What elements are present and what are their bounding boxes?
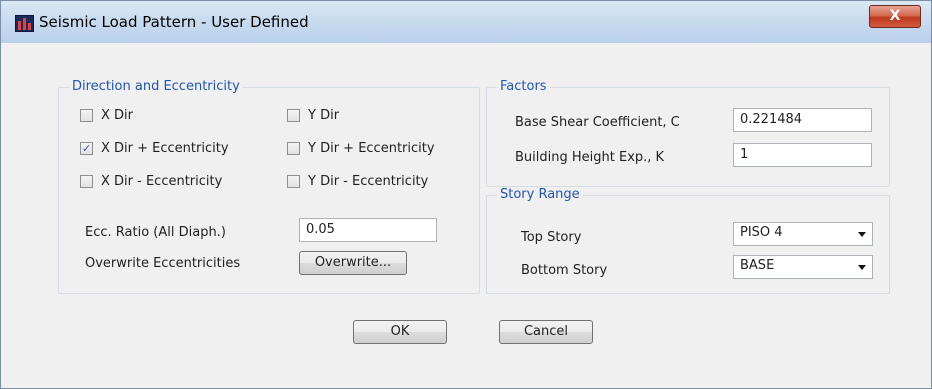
checkbox-box[interactable]	[287, 141, 300, 155]
direction-group-label: Direction and Eccentricity	[69, 79, 243, 94]
factors-group: Factors Base Shear Coefficient, C 0.2214…	[486, 79, 890, 187]
direction-eccentricity-group: Direction and Eccentricity X Dir ✓ X Dir…	[58, 79, 480, 294]
checkbox-box[interactable]	[80, 174, 93, 188]
checkbox-label: Y Dir + Eccentricity	[308, 140, 435, 156]
checkbox-label: Y Dir - Eccentricity	[308, 173, 429, 189]
title-bar[interactable]: Seismic Load Pattern - User Defined X	[1, 1, 931, 43]
dropdown-arrow-icon[interactable]	[858, 232, 866, 237]
dropdown-arrow-icon[interactable]	[858, 265, 866, 270]
checkbox-box[interactable]	[80, 108, 93, 122]
checkbox-label: X Dir - Eccentricity	[101, 173, 223, 189]
dialog-window: Seismic Load Pattern - User Defined X Di…	[0, 0, 932, 389]
base-shear-label: Base Shear Coefficient, C	[515, 115, 680, 130]
checkbox-box[interactable]	[287, 108, 300, 122]
height-exp-label: Building Height Exp., K	[515, 150, 665, 165]
factors-group-label: Factors	[497, 79, 550, 94]
ok-button[interactable]: OK	[353, 320, 447, 344]
top-story-value: PISO 4	[740, 225, 783, 240]
cancel-button[interactable]: Cancel	[499, 320, 593, 344]
story-range-group: Story Range Top Story PISO 4 Bottom Stor…	[486, 187, 890, 294]
dialog-body: Direction and Eccentricity X Dir ✓ X Dir…	[11, 43, 919, 376]
ecc-ratio-label: Ecc. Ratio (All Diaph.)	[85, 225, 226, 240]
top-story-select[interactable]: PISO 4	[733, 222, 873, 246]
checkbox-box[interactable]	[287, 174, 300, 188]
bottom-story-value: BASE	[740, 258, 775, 273]
checkbox-y-dir[interactable]: Y Dir	[287, 106, 339, 124]
checkbox-label: X Dir + Eccentricity	[101, 140, 229, 156]
close-button[interactable]: X	[869, 5, 921, 28]
window-title: Seismic Load Pattern - User Defined	[39, 13, 309, 31]
story-range-group-label: Story Range	[497, 187, 583, 202]
checkbox-x-dir-minus-ecc[interactable]: X Dir - Eccentricity	[80, 172, 222, 190]
overwrite-eccentricities-label: Overwrite Eccentricities	[85, 256, 241, 271]
bottom-story-select[interactable]: BASE	[733, 255, 873, 279]
checkbox-y-dir-minus-ecc[interactable]: Y Dir - Eccentricity	[287, 172, 428, 190]
checkbox-label: X Dir	[101, 107, 134, 123]
ecc-ratio-input[interactable]: 0.05	[299, 218, 437, 242]
top-story-label: Top Story	[521, 230, 582, 245]
overwrite-button[interactable]: Overwrite...	[299, 251, 407, 275]
checkbox-y-dir-plus-ecc[interactable]: Y Dir + Eccentricity	[287, 139, 435, 157]
height-exp-input[interactable]: 1	[733, 143, 872, 167]
app-icon	[15, 15, 34, 32]
checkbox-x-dir[interactable]: X Dir	[80, 106, 133, 124]
checkbox-label: Y Dir	[308, 107, 340, 123]
checkbox-box-checked[interactable]: ✓	[80, 141, 93, 155]
base-shear-input[interactable]: 0.221484	[733, 108, 872, 132]
checkbox-x-dir-plus-ecc[interactable]: ✓ X Dir + Eccentricity	[80, 139, 229, 157]
bottom-story-label: Bottom Story	[521, 263, 608, 278]
